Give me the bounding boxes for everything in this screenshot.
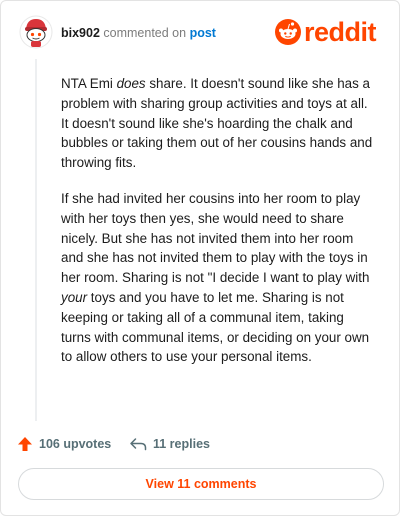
comment-byline: bix902 commented on post (61, 26, 216, 40)
post-link[interactable]: post (190, 26, 216, 40)
comment-body: NTA Emi does share. It doesn't sound lik… (61, 74, 377, 367)
commented-on-label: commented on (103, 26, 187, 40)
view-comments-button[interactable]: View 11 comments (18, 468, 384, 500)
reddit-wordmark: reddit (304, 17, 377, 47)
reply-arrow-icon (130, 438, 147, 451)
reddit-snoo-icon (275, 19, 301, 45)
reddit-logo[interactable]: reddit (275, 17, 385, 49)
emphasis-text: your (61, 289, 88, 305)
upvote-count: 106 upvotes (39, 437, 112, 451)
snoo-avatar-icon (19, 15, 53, 49)
user-avatar[interactable] (19, 15, 53, 49)
reply-count: 11 replies (153, 437, 210, 451)
comment-actions: 106 upvotes 11 replies (17, 434, 387, 454)
emphasis-text: does (116, 76, 146, 91)
comment-paragraph: NTA Emi does share. It doesn't sound lik… (61, 76, 373, 171)
replies-button[interactable]: 11 replies (129, 434, 210, 454)
comment-paragraph: If she had invited her cousins into her … (61, 190, 370, 365)
comment-header: bix902 commented on post reddit (19, 15, 385, 55)
upvote-button[interactable]: 106 upvotes (17, 434, 111, 454)
upvote-arrow-icon (18, 437, 32, 451)
username-link[interactable]: bix902 (61, 26, 100, 40)
thread-line[interactable] (35, 59, 37, 421)
comment-card: bix902 commented on post reddit NTA Emi … (0, 0, 400, 516)
